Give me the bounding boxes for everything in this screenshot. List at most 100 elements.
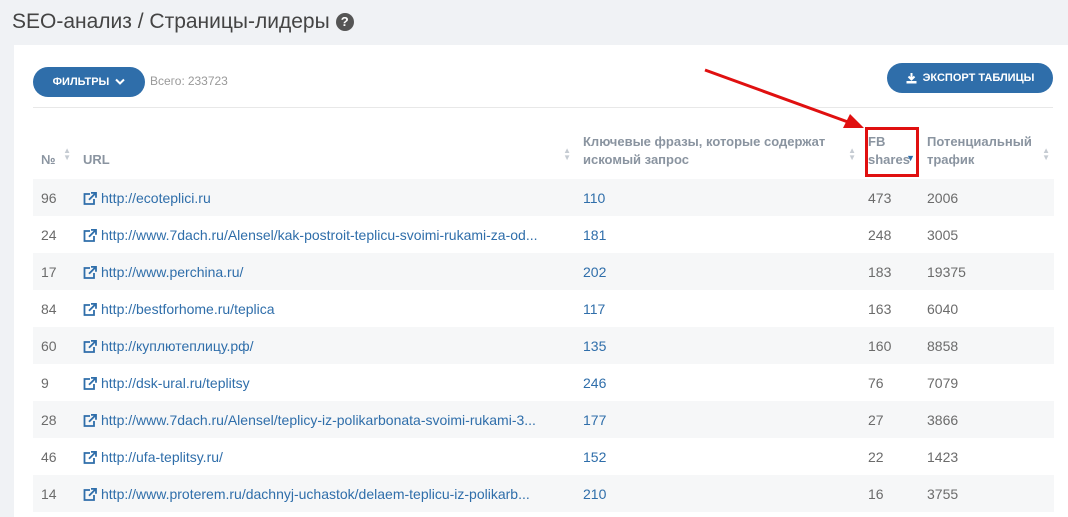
- row-traffic: 3005: [927, 226, 959, 243]
- external-link-icon: [83, 191, 97, 205]
- table-row: 14 http://www.proterem.ru/dachnyj-uchast…: [33, 475, 1054, 512]
- row-num: 28: [33, 401, 75, 438]
- header-keywords-label: Ключевые фразы, которые содержат искомый…: [583, 134, 826, 167]
- external-link-icon: [83, 339, 97, 353]
- row-fb-shares: 163: [868, 300, 892, 317]
- row-fb-shares: 27: [860, 401, 919, 438]
- row-keywords[interactable]: 110: [575, 179, 860, 216]
- row-url-text: http://куплютеплицу.рф/: [101, 337, 254, 354]
- row-traffic: 3755: [919, 475, 1054, 512]
- divider: [33, 107, 1053, 108]
- row-traffic: 3866: [919, 401, 1054, 438]
- row-keywords[interactable]: 202: [575, 253, 860, 290]
- row-num: 60: [33, 327, 75, 364]
- row-fb-shares: 76: [868, 374, 884, 391]
- leaders-table: № ▲ ▼ URL ▲ ▼ Ключевые фразы, которые содерж…: [33, 128, 1054, 512]
- row-fb-shares: 22: [868, 448, 884, 465]
- page-title-text: SEO-анализ / Страницы-лидеры: [12, 10, 330, 33]
- header-url-label: URL: [83, 152, 110, 167]
- row-keywords[interactable]: 135: [575, 327, 860, 364]
- external-link-icon: [83, 413, 97, 427]
- row-url-text: http://ufa-teplitsy.ru/: [101, 448, 223, 465]
- column-header-url[interactable]: URL ▲ ▼: [75, 128, 575, 179]
- row-url-text: http://www.proterem.ru/dachnyj-uchastok/…: [101, 485, 530, 502]
- row-url-link[interactable]: http://куплютеплицу.рф/: [75, 327, 575, 364]
- annotation-highlight-box: [865, 127, 919, 177]
- table-row: 17 http://www.perchina.ru/ 202 183 19375: [33, 253, 1054, 290]
- header-num-label: №: [41, 152, 56, 167]
- table-row: 96 http://ecoteplici.ru 110 473 2006: [33, 179, 1054, 216]
- row-traffic: 6040: [927, 300, 959, 317]
- row-url-link[interactable]: http://www.7dach.ru/Alensel/kak-postroit…: [75, 216, 575, 253]
- external-link-icon: [83, 487, 97, 501]
- row-num: 14: [33, 475, 75, 512]
- row-keywords[interactable]: 152: [575, 438, 860, 475]
- external-link-icon: [83, 302, 97, 316]
- row-traffic: 7079: [927, 374, 959, 391]
- sort-icon: ▲ ▼: [63, 146, 71, 162]
- row-traffic: 2006: [919, 179, 1054, 216]
- row-fb-shares: 183: [860, 253, 919, 290]
- row-url-text: http://www.7dach.ru/Alensel/kak-postroit…: [101, 226, 538, 243]
- row-keywords[interactable]: 177: [575, 401, 860, 438]
- row-url-link[interactable]: http://www.proterem.ru/dachnyj-uchastok/…: [75, 475, 575, 512]
- external-link-icon: [83, 450, 97, 464]
- row-fb-shares: 473: [860, 179, 919, 216]
- help-icon[interactable]: ?: [335, 13, 354, 31]
- table-row: 28 http://www.7dach.ru/Alensel/teplicy-i…: [33, 401, 1054, 438]
- row-url-link[interactable]: http://ecoteplici.ru: [75, 179, 575, 216]
- table-row: 84 http://bestforhome.ru/teplica 117 163…: [33, 290, 1054, 327]
- filters-button[interactable]: ФИЛЬТРЫ: [33, 67, 145, 97]
- row-num: 46: [41, 448, 57, 465]
- table-row: 60 http://куплютеплицу.рф/ 135 160 8858: [33, 327, 1054, 364]
- column-header-keywords[interactable]: Ключевые фразы, которые содержат искомый…: [575, 128, 860, 179]
- row-keywords[interactable]: 181: [575, 216, 860, 253]
- row-traffic: 1423: [927, 448, 959, 465]
- row-url-link[interactable]: http://www.perchina.ru/: [75, 253, 575, 290]
- header-traffic-label: Потенциальный трафик: [927, 134, 1032, 167]
- sort-icon: ▲ ▼: [563, 146, 571, 162]
- filters-label: ФИЛЬТРЫ: [52, 76, 110, 88]
- row-traffic: 8858: [919, 327, 1054, 364]
- row-fb-shares: 248: [868, 226, 892, 243]
- row-keywords[interactable]: 246: [575, 364, 860, 401]
- row-url-text: http://ecoteplici.ru: [101, 189, 211, 206]
- row-url-text: http://dsk-ural.ru/teplitsy: [101, 374, 250, 391]
- row-url-text: http://bestforhome.ru/teplica: [101, 300, 275, 317]
- row-fb-shares: 16: [860, 475, 919, 512]
- total-count: Всего: 233723: [150, 74, 228, 88]
- sort-icon: ▲ ▼: [1042, 146, 1050, 162]
- external-link-icon: [83, 376, 97, 390]
- total-label: Всего:: [150, 74, 185, 88]
- total-value: 233723: [187, 74, 228, 88]
- row-url-link[interactable]: http://bestforhome.ru/teplica: [75, 290, 575, 327]
- export-table-button[interactable]: ЭКСПОРТ ТАБЛИЦЫ: [887, 63, 1053, 93]
- row-keywords[interactable]: 117: [575, 290, 860, 327]
- row-num: 84: [41, 300, 57, 317]
- row-url-link[interactable]: http://dsk-ural.ru/teplitsy: [75, 364, 575, 401]
- row-num: 17: [33, 253, 75, 290]
- column-header-num[interactable]: № ▲ ▼: [33, 128, 75, 179]
- row-fb-shares: 160: [860, 327, 919, 364]
- chevron-down-icon: [115, 78, 126, 85]
- row-num: 96: [33, 179, 75, 216]
- download-icon: [906, 72, 917, 83]
- column-header-traffic[interactable]: Потенциальный трафик ▲ ▼: [919, 128, 1054, 179]
- row-keywords[interactable]: 210: [575, 475, 860, 512]
- row-url-link[interactable]: http://www.7dach.ru/Alensel/teplicy-iz-p…: [75, 401, 575, 438]
- sort-icon: ▲ ▼: [848, 146, 856, 162]
- export-label: ЭКСПОРТ ТАБЛИЦЫ: [922, 72, 1035, 84]
- page-title: SEO-анализ / Страницы-лидеры?: [12, 10, 354, 34]
- table-row: 46 http://ufa-teplitsy.ru/ 152 22 1423: [33, 438, 1054, 475]
- row-num: 9: [41, 374, 49, 391]
- row-traffic: 19375: [919, 253, 1054, 290]
- row-url-link[interactable]: http://ufa-teplitsy.ru/: [75, 438, 575, 475]
- table-row: 24 http://www.7dach.ru/Alensel/kak-postr…: [33, 216, 1054, 253]
- external-link-icon: [83, 265, 97, 279]
- row-num: 24: [41, 226, 57, 243]
- row-url-text: http://www.perchina.ru/: [101, 263, 244, 280]
- main-panel: ФИЛЬТРЫ Всего: 233723 ЭКСПОРТ ТАБЛИЦЫ № ▲ ▼…: [14, 45, 1068, 517]
- table-row: 9 http://dsk-ural.ru/teplitsy 246 76 707…: [33, 364, 1054, 401]
- row-url-text: http://www.7dach.ru/Alensel/teplicy-iz-p…: [101, 411, 536, 428]
- external-link-icon: [83, 228, 97, 242]
